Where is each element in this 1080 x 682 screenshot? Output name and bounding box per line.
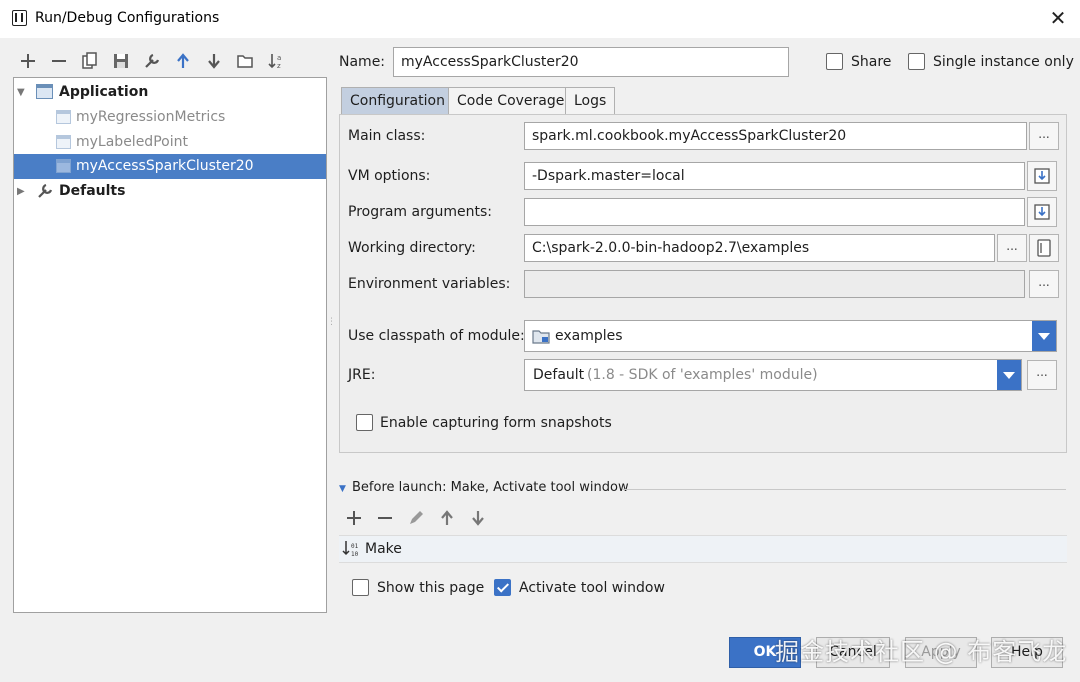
- tree-node-item-selected[interactable]: myAccessSparkCluster20: [14, 154, 326, 179]
- single-instance-label: Single instance only: [933, 54, 1074, 70]
- tree-node-defaults[interactable]: ▶ Defaults: [14, 179, 326, 204]
- configuration-tree[interactable]: ▼ Application myRegressionMetrics myLabe…: [13, 77, 327, 613]
- name-label: Name:: [339, 54, 386, 70]
- share-checkbox[interactable]: [826, 53, 843, 70]
- tree-node-label: myRegressionMetrics: [76, 109, 226, 125]
- tree-node-label: myLabeledPoint: [76, 134, 188, 150]
- application-icon: [36, 84, 53, 99]
- macro-icon: [1037, 239, 1051, 257]
- expand-field-icon: [1034, 168, 1050, 184]
- share-label: Share: [851, 54, 892, 70]
- move-up-icon[interactable]: [436, 507, 458, 529]
- before-launch-title: Before launch: Make, Activate tool windo…: [352, 480, 629, 495]
- jre-select[interactable]: Default (1.8 - SDK of 'examples' module): [524, 359, 1022, 391]
- tab-code-coverage[interactable]: Code Coverage: [448, 87, 574, 115]
- capture-snapshots-label: Enable capturing form snapshots: [380, 415, 612, 431]
- wrench-icon[interactable]: [140, 49, 164, 73]
- tree-node-item[interactable]: myRegressionMetrics: [14, 105, 326, 130]
- classpath-module-label: Use classpath of module:: [348, 328, 525, 344]
- splitter-handle[interactable]: ⋮: [327, 318, 336, 340]
- save-icon[interactable]: [109, 49, 133, 73]
- browse-jre-button[interactable]: ...: [1027, 360, 1057, 390]
- tree-node-label: Application: [59, 84, 149, 100]
- move-down-icon[interactable]: [467, 507, 489, 529]
- jre-detail: (1.8 - SDK of 'examples' module): [587, 367, 818, 383]
- collapse-arrow-icon[interactable]: ▶: [17, 179, 25, 204]
- program-arguments-field[interactable]: [524, 198, 1025, 226]
- tab-configuration[interactable]: Configuration: [341, 87, 454, 115]
- sort-icon[interactable]: az: [264, 49, 288, 73]
- add-icon[interactable]: [16, 49, 40, 73]
- folder-icon[interactable]: [233, 49, 257, 73]
- remove-icon[interactable]: [374, 507, 396, 529]
- close-icon[interactable]: ✕: [1046, 6, 1070, 30]
- config-icon: [56, 159, 71, 173]
- remove-icon[interactable]: [47, 49, 71, 73]
- show-page-label: Show this page: [377, 580, 485, 596]
- classpath-module-select[interactable]: examples: [524, 320, 1057, 352]
- capture-snapshots-checkbox[interactable]: [356, 414, 373, 431]
- environment-variables-field[interactable]: [524, 270, 1025, 298]
- classpath-module-value: examples: [555, 328, 623, 344]
- working-directory-label: Working directory:: [348, 240, 476, 256]
- intellij-app-icon: [12, 10, 27, 26]
- vm-options-field[interactable]: -Dspark.master=local: [524, 162, 1025, 190]
- before-launch-task-row[interactable]: 01 10 Make: [339, 535, 1067, 563]
- chevron-down-icon[interactable]: [997, 360, 1021, 390]
- jre-value: Default: [533, 367, 585, 383]
- program-arguments-label: Program arguments:: [348, 204, 492, 220]
- expand-field-icon: [1034, 204, 1050, 220]
- copy-icon[interactable]: [78, 49, 102, 73]
- browse-main-class-button[interactable]: ...: [1029, 122, 1059, 150]
- svg-text:10: 10: [351, 551, 359, 558]
- browse-working-directory-button[interactable]: ...: [997, 234, 1027, 262]
- wrench-icon: [36, 182, 54, 209]
- main-class-field[interactable]: spark.ml.cookbook.myAccessSparkCluster20: [524, 122, 1027, 150]
- tree-node-application[interactable]: ▼ Application: [14, 80, 326, 105]
- activate-tool-window-checkbox[interactable]: [494, 579, 511, 596]
- tree-node-item[interactable]: myLabeledPoint: [14, 130, 326, 155]
- window-title: Run/Debug Configurations: [35, 10, 220, 26]
- expand-program-arguments-button[interactable]: [1027, 197, 1057, 227]
- tree-node-label: Defaults: [59, 183, 126, 199]
- move-down-icon[interactable]: [202, 49, 226, 73]
- edit-environment-variables-button[interactable]: ...: [1029, 270, 1059, 298]
- edit-icon[interactable]: [405, 507, 427, 529]
- temporary-config-icon: [56, 110, 71, 124]
- before-launch-task-label: Make: [365, 541, 402, 557]
- chevron-down-icon[interactable]: [1032, 321, 1056, 351]
- main-class-label: Main class:: [348, 128, 426, 144]
- svg-text:a: a: [277, 54, 281, 62]
- temporary-config-icon: [56, 135, 71, 149]
- svg-text:z: z: [277, 62, 281, 70]
- move-up-icon[interactable]: [171, 49, 195, 73]
- tree-node-label: myAccessSparkCluster20: [76, 158, 254, 174]
- add-icon[interactable]: [343, 507, 365, 529]
- watermark-text: 掘金技术社区 @ 布客飞龙: [775, 638, 1068, 666]
- module-folder-icon: [532, 329, 550, 348]
- expand-arrow-icon[interactable]: ▼: [17, 80, 25, 105]
- environment-variables-label: Environment variables:: [348, 276, 511, 292]
- jre-label: JRE:: [348, 367, 376, 383]
- show-page-checkbox[interactable]: [352, 579, 369, 596]
- expand-vm-options-button[interactable]: [1027, 161, 1057, 191]
- working-directory-field[interactable]: C:\spark-2.0.0-bin-hadoop2.7\examples: [524, 234, 995, 262]
- svg-text:01: 01: [351, 543, 359, 550]
- tab-logs[interactable]: Logs: [565, 87, 616, 115]
- vm-options-label: VM options:: [348, 168, 431, 184]
- section-divider: [622, 489, 1066, 490]
- single-instance-checkbox[interactable]: [908, 53, 925, 70]
- make-icon: 01 10: [342, 540, 362, 562]
- activate-tool-window-label: Activate tool window: [519, 580, 665, 596]
- insert-macro-button[interactable]: [1029, 234, 1059, 262]
- name-field[interactable]: myAccessSparkCluster20: [393, 47, 789, 77]
- collapse-section-icon[interactable]: ▼: [339, 484, 346, 494]
